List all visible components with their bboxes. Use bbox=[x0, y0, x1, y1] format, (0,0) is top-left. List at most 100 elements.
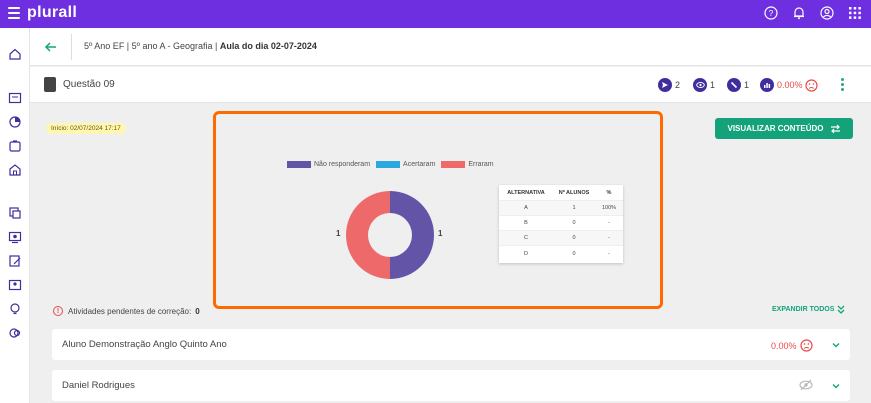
pending-label: Atividades pendentes de correção: bbox=[68, 306, 192, 316]
legend-label: Acertaram bbox=[403, 161, 436, 168]
col-students: Nº ALUNOS bbox=[558, 189, 590, 196]
table-row: A 1 100% bbox=[499, 201, 623, 216]
integrations-icon[interactable] bbox=[8, 326, 22, 340]
expand-all-label: EXPANDIR TODOS bbox=[772, 306, 835, 313]
viewed-count: 1 bbox=[710, 80, 716, 90]
menu-icon[interactable] bbox=[8, 7, 20, 19]
table-cell: 1 bbox=[572, 205, 576, 211]
gallery-icon[interactable] bbox=[8, 278, 22, 292]
question-title: Questão 09 bbox=[63, 79, 115, 90]
eye-off-icon bbox=[799, 379, 813, 391]
legend-swatch bbox=[441, 161, 466, 168]
student-row[interactable]: Daniel Rodrigues bbox=[52, 370, 850, 401]
divider bbox=[71, 34, 72, 60]
school-icon[interactable] bbox=[8, 163, 22, 177]
more-options-icon[interactable] bbox=[841, 78, 844, 93]
breadcrumb: 5º Ano EF | 5º ano A - Geografia | Aula … bbox=[84, 41, 317, 51]
answers-table: ALTERNATIVA Nº ALUNOS % A 1 100% B 0 - C… bbox=[499, 185, 623, 263]
page-header: 5º Ano EF | 5º ano A - Geografia | Aula … bbox=[30, 28, 871, 66]
table-cell: 0 bbox=[572, 220, 576, 226]
table-row: B 0 - bbox=[499, 216, 623, 231]
table-cell: A bbox=[524, 205, 528, 211]
chart-legend: Não responderam Acertaram Erraram bbox=[287, 161, 494, 168]
col-alternative: ALTERNATIVA bbox=[507, 189, 545, 196]
top-bar: plurall ? bbox=[0, 0, 871, 28]
legend-swatch bbox=[287, 161, 311, 168]
view-content-button[interactable]: VISUALIZAR CONTEÚDO bbox=[715, 118, 853, 139]
help-icon[interactable]: ? bbox=[764, 6, 778, 20]
donut-slice-wrong[interactable] bbox=[346, 191, 390, 279]
svg-text:?: ? bbox=[769, 9, 774, 18]
question-number-icon bbox=[44, 77, 56, 92]
table-cell: - bbox=[608, 220, 610, 226]
legend-swatch bbox=[376, 161, 401, 168]
table-row: D 0 - bbox=[499, 246, 623, 261]
edit-icon[interactable] bbox=[8, 254, 22, 268]
table-row: C 0 - bbox=[499, 231, 623, 246]
pencil-icon bbox=[727, 78, 741, 92]
sad-face-icon bbox=[799, 339, 813, 352]
tasks-icon[interactable] bbox=[8, 139, 22, 153]
pending-corrections: ! Atividades pendentes de correção: 0 bbox=[53, 306, 200, 316]
table-cell: - bbox=[608, 235, 610, 241]
accuracy-value: 0.00% bbox=[777, 80, 803, 90]
view-content-label: VISUALIZAR CONTEÚDO bbox=[727, 124, 824, 133]
arrow-left-icon[interactable] bbox=[44, 40, 58, 54]
donut-label-right: 1 bbox=[438, 229, 443, 238]
student-name: Daniel Rodrigues bbox=[62, 380, 135, 391]
table-cell: - bbox=[608, 250, 610, 257]
plurall-logo[interactable]: plurall bbox=[27, 4, 77, 22]
double-chevron-down-icon bbox=[837, 305, 845, 314]
student-row[interactable]: Aluno Demonstração Anglo Quinto Ano 0.00… bbox=[52, 329, 850, 360]
chevron-down-icon[interactable] bbox=[831, 381, 841, 391]
breadcrumb-current: Aula do dia 02-07-2024 bbox=[219, 41, 317, 51]
send-icon bbox=[658, 78, 672, 92]
table-cell: 0 bbox=[572, 250, 576, 257]
start-date-badge: Início: 02/07/2024 17:17 bbox=[46, 123, 126, 134]
swap-arrows-icon bbox=[830, 124, 840, 133]
student-score: 0.00% bbox=[771, 339, 813, 352]
classes-icon[interactable] bbox=[8, 91, 22, 105]
donut-slice-not-answered[interactable] bbox=[390, 191, 434, 279]
eye-icon bbox=[693, 78, 707, 92]
question-bar: Questão 09 2 1 1 0.00% bbox=[30, 67, 871, 103]
legend-label: Não responderam bbox=[314, 161, 371, 168]
legend-correct[interactable]: Acertaram bbox=[376, 161, 435, 168]
col-percent: % bbox=[606, 189, 612, 196]
expand-all-button[interactable]: EXPANDIR TODOS bbox=[772, 305, 845, 314]
answered-stat: 1 bbox=[727, 77, 749, 93]
chevron-down-icon[interactable] bbox=[831, 340, 841, 350]
table-cell: 100% bbox=[601, 205, 617, 211]
bar-chart-icon bbox=[760, 78, 774, 92]
reports-icon[interactable] bbox=[8, 115, 22, 129]
user-icon[interactable] bbox=[820, 6, 834, 20]
breadcrumb-path: 5º Ano EF | 5º ano A - Geografia | bbox=[84, 41, 218, 51]
table-header-row: ALTERNATIVA Nº ALUNOS % bbox=[499, 185, 623, 201]
sad-face-icon bbox=[804, 78, 818, 92]
table-cell: D bbox=[524, 250, 528, 257]
table-cell: 0 bbox=[572, 235, 576, 241]
legend-label: Erraram bbox=[468, 161, 494, 168]
pending-count: 0 bbox=[195, 306, 200, 316]
legend-not-answered[interactable]: Não responderam bbox=[287, 161, 370, 168]
sidebar bbox=[0, 28, 30, 403]
viewed-stat: 1 bbox=[693, 77, 715, 93]
home-icon[interactable] bbox=[8, 47, 22, 61]
student-score-value: 0.00% bbox=[771, 340, 797, 351]
activities-icon[interactable] bbox=[8, 230, 22, 244]
sent-count: 2 bbox=[675, 80, 681, 90]
table-cell: B bbox=[524, 220, 528, 226]
table-cell: C bbox=[524, 235, 528, 241]
apps-grid-icon[interactable] bbox=[848, 6, 862, 20]
ideas-icon[interactable] bbox=[8, 302, 22, 316]
sent-stat: 2 bbox=[658, 77, 680, 93]
results-donut-chart bbox=[346, 191, 434, 279]
answered-count: 1 bbox=[744, 80, 750, 90]
alert-icon: ! bbox=[53, 306, 63, 316]
accuracy-stat: 0.00% bbox=[760, 77, 818, 93]
donut-label-left: 1 bbox=[336, 229, 341, 238]
student-name: Aluno Demonstração Anglo Quinto Ano bbox=[62, 339, 227, 350]
content-icon[interactable] bbox=[8, 206, 22, 220]
legend-wrong[interactable]: Erraram bbox=[441, 161, 494, 168]
bell-icon[interactable] bbox=[792, 6, 806, 20]
